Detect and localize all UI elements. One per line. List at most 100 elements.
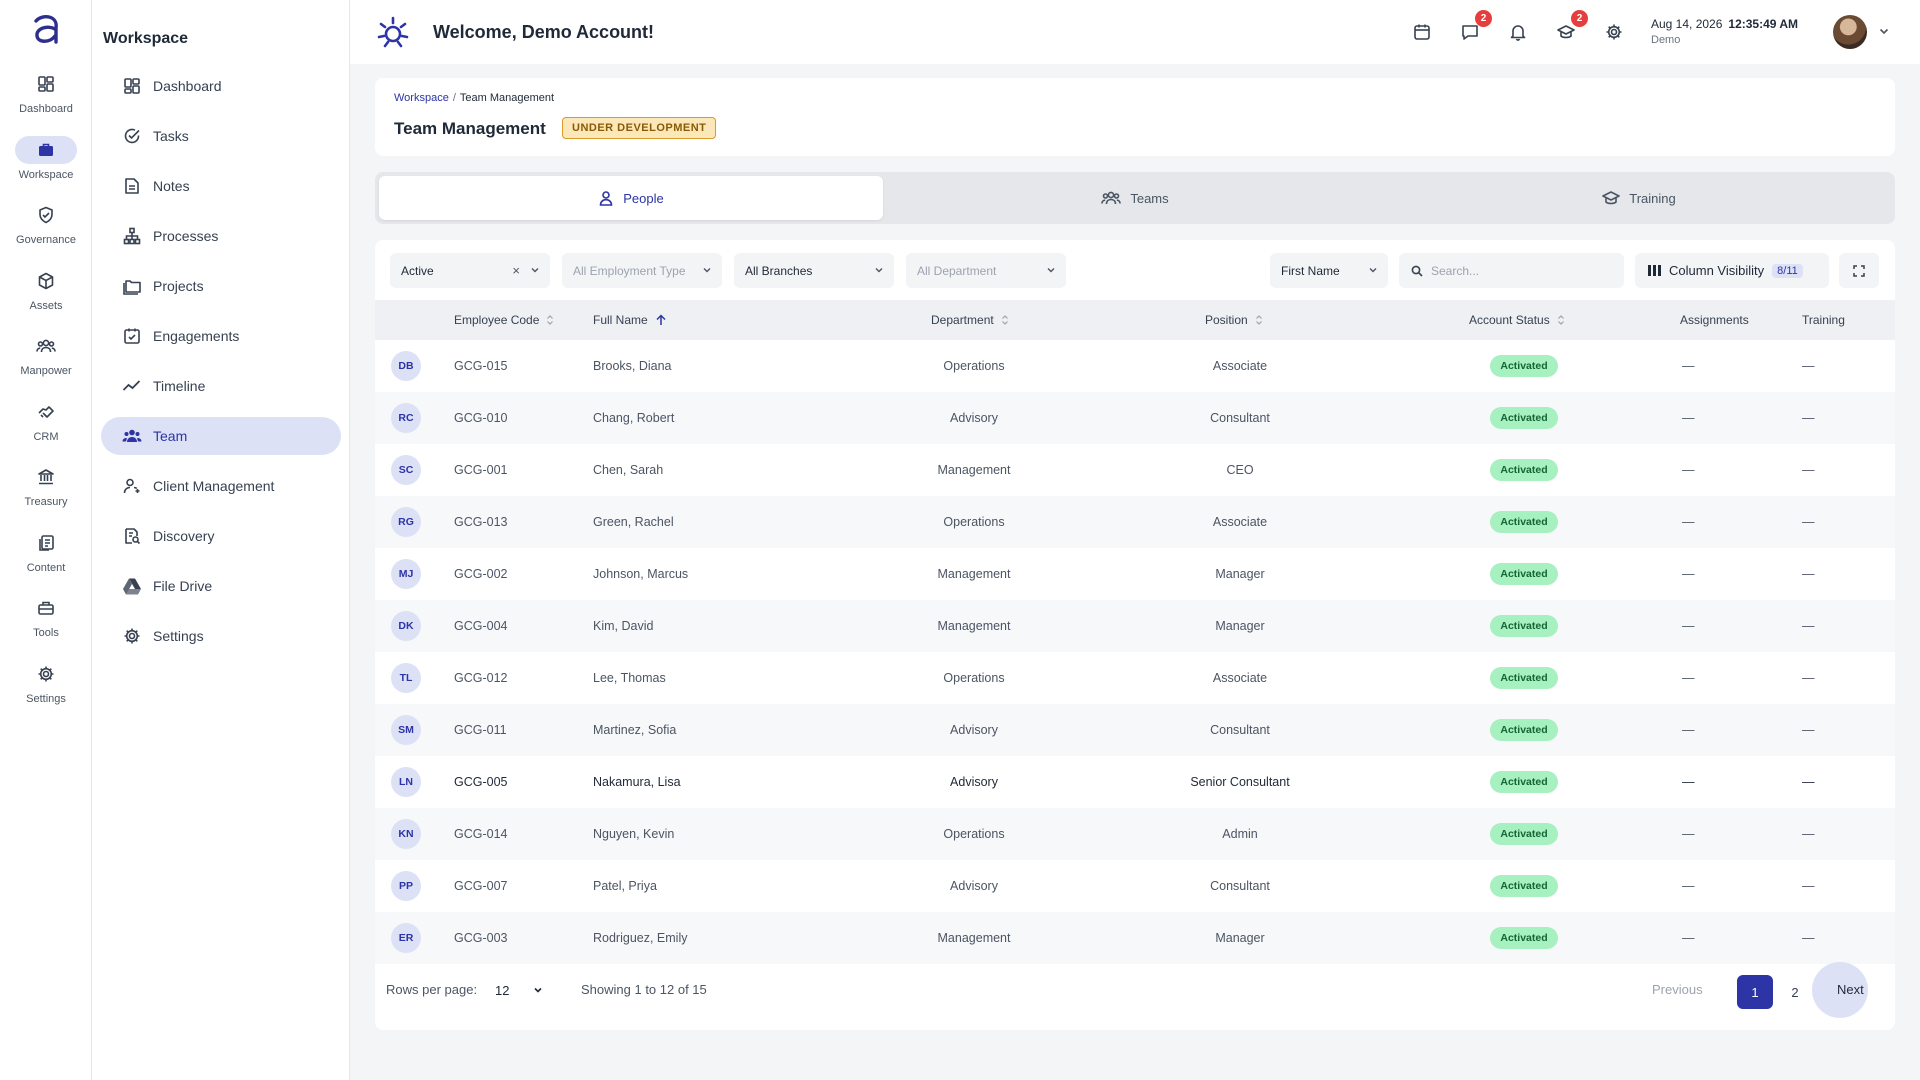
brand-logo-icon[interactable] xyxy=(376,15,410,49)
tab-label: People xyxy=(623,190,664,206)
table-row[interactable]: ER GCG-003 Rodriguez, Emily Management Manag… xyxy=(375,912,1895,964)
rail-item-tools[interactable]: Tools xyxy=(0,584,92,650)
rows-per-page-select[interactable]: 12 xyxy=(487,975,547,1005)
sidebar-item-tasks[interactable]: Tasks xyxy=(101,117,341,155)
department-cell: Operations xyxy=(943,359,1005,373)
department-filter-select[interactable]: All Department xyxy=(906,253,1066,288)
dashboard-icon xyxy=(122,76,142,96)
tab-training[interactable]: Training xyxy=(1387,176,1891,220)
branches-filter-select[interactable]: All Branches xyxy=(734,253,894,288)
column-header-full-name[interactable]: Full Name xyxy=(593,300,667,340)
current-date: Aug 14, 2026 xyxy=(1651,17,1723,31)
column-visibility-button[interactable]: Column Visibility 8/11 xyxy=(1635,253,1829,288)
rail-item-dashboard[interactable]: Dashboard xyxy=(0,60,92,126)
sidebar-item-timeline[interactable]: Timeline xyxy=(101,367,341,405)
status-filter-select[interactable]: Active × xyxy=(390,253,550,288)
tab-teams[interactable]: Teams xyxy=(883,176,1387,220)
training-button[interactable]: 2 xyxy=(1554,10,1588,44)
table-row[interactable]: TL GCG-012 Lee, Thomas Operations Associate A… xyxy=(375,652,1895,704)
previous-page-button[interactable]: Previous xyxy=(1652,982,1703,997)
breadcrumb-workspace-link[interactable]: Workspace xyxy=(394,92,449,104)
team-tabs: People Teams Training xyxy=(375,172,1895,224)
full-name-cell: Nakamura, Lisa xyxy=(593,775,681,789)
table-row[interactable]: KN GCG-014 Nguyen, Kevin Operations Admin Act… xyxy=(375,808,1895,860)
rail-item-manpower[interactable]: Manpower xyxy=(0,322,92,388)
chevron-down-icon[interactable] xyxy=(1878,25,1890,37)
user-avatar[interactable] xyxy=(1833,15,1867,49)
rail-item-settings[interactable]: Settings xyxy=(0,650,92,716)
page-1-button[interactable]: 1 xyxy=(1737,975,1773,1009)
sidebar-item-processes[interactable]: Processes xyxy=(101,217,341,255)
fullscreen-button[interactable] xyxy=(1839,253,1879,288)
position-cell: Admin xyxy=(1222,827,1258,841)
rail-item-assets[interactable]: Assets xyxy=(0,257,92,323)
gear-icon xyxy=(1606,24,1622,40)
notifications-button[interactable] xyxy=(1506,20,1530,44)
status-badge: Activated xyxy=(1490,459,1558,481)
table-row[interactable]: RC GCG-010 Chang, Robert Advisory Consultant… xyxy=(375,392,1895,444)
breadcrumb-current: Team Management xyxy=(459,92,555,104)
sidebar-item-team[interactable]: Team xyxy=(101,417,341,455)
table-row[interactable]: RG GCG-013 Green, Rachel Operations Associat… xyxy=(375,496,1895,548)
chevron-down-icon xyxy=(702,265,712,275)
sidebar-item-label: Projects xyxy=(153,278,204,294)
rail-item-crm[interactable]: CRM xyxy=(0,388,92,454)
employee-code-cell: GCG-004 xyxy=(454,619,508,633)
rail-item-treasury[interactable]: Treasury xyxy=(0,453,92,519)
status-badge: Activated xyxy=(1490,927,1558,949)
sidebar-item-discovery[interactable]: Discovery xyxy=(101,517,341,555)
table-row[interactable]: DK GCG-004 Kim, David Management Manager Acti… xyxy=(375,600,1895,652)
full-name-cell: Rodriguez, Emily xyxy=(593,931,688,945)
sidebar-item-projects[interactable]: Projects xyxy=(101,267,341,305)
employee-avatar: RG xyxy=(391,507,421,537)
messages-button[interactable]: 2 xyxy=(1458,10,1492,44)
rail-item-workspace[interactable]: Workspace xyxy=(0,126,92,192)
rail-item-governance[interactable]: Governance xyxy=(0,191,92,257)
department-cell: Management xyxy=(937,619,1011,633)
table-row[interactable]: SM GCG-011 Martinez, Sofia Advisory Consulta… xyxy=(375,704,1895,756)
table-row[interactable]: PP GCG-007 Patel, Priya Advisory Consultant A… xyxy=(375,860,1895,912)
assignments-cell: — xyxy=(1682,671,1695,685)
settings-button[interactable] xyxy=(1602,20,1626,44)
sidebar-item-client-management[interactable]: Client Management xyxy=(101,467,341,505)
drive-icon xyxy=(122,576,142,596)
employee-avatar: TL xyxy=(391,663,421,693)
department-cell: Management xyxy=(937,463,1011,477)
calendar-button[interactable] xyxy=(1410,20,1434,44)
sidebar-item-label: Notes xyxy=(153,178,190,194)
status-badge: Activated xyxy=(1490,719,1558,741)
training-cell: — xyxy=(1802,879,1815,893)
breadcrumb: Workspace / Team Management xyxy=(394,92,554,104)
app-logo-icon[interactable] xyxy=(28,12,64,48)
chat-icon xyxy=(1462,25,1478,40)
table-row[interactable]: DB GCG-015 Brooks, Diana Operations Associat… xyxy=(375,340,1895,392)
sidebar-item-engagements[interactable]: Engagements xyxy=(101,317,341,355)
column-header-account-status[interactable]: Account Status xyxy=(1469,300,1565,340)
page-2-button[interactable]: 2 xyxy=(1777,975,1813,1009)
next-page-button[interactable]: Next xyxy=(1837,982,1864,997)
sidebar-item-file-drive[interactable]: File Drive xyxy=(101,567,341,605)
sort-field-select[interactable]: First Name xyxy=(1270,253,1388,288)
employee-avatar: KN xyxy=(391,819,421,849)
column-header-label: Position xyxy=(1205,313,1248,327)
table-row[interactable]: LN GCG-005 Nakamura, Lisa Advisory Senior Co… xyxy=(375,756,1895,808)
sidebar-item-label: Tasks xyxy=(153,128,189,144)
cube-icon xyxy=(15,267,77,295)
assignments-cell: — xyxy=(1682,359,1695,373)
table-row[interactable]: MJ GCG-002 Johnson, Marcus Management Manage… xyxy=(375,548,1895,600)
tab-people[interactable]: People xyxy=(379,176,883,220)
rail-item-content[interactable]: Content xyxy=(0,519,92,585)
search-input[interactable] xyxy=(1431,263,1611,278)
clear-icon[interactable]: × xyxy=(512,263,520,278)
sidebar-item-settings[interactable]: Settings xyxy=(101,617,341,655)
column-header-department[interactable]: Department xyxy=(931,300,1009,340)
column-header-position[interactable]: Position xyxy=(1205,300,1263,340)
rail-nav: Dashboard Workspace Governance Assets Manpow… xyxy=(0,60,92,715)
column-header-label: Employee Code xyxy=(454,313,540,327)
sidebar-item-notes[interactable]: Notes xyxy=(101,167,341,205)
column-header-label: Assignments xyxy=(1680,313,1749,327)
table-row[interactable]: SC GCG-001 Chen, Sarah Management CEO Activat… xyxy=(375,444,1895,496)
sidebar-item-dashboard[interactable]: Dashboard xyxy=(101,67,341,105)
employment-type-filter-select[interactable]: All Employment Type xyxy=(562,253,722,288)
column-header-employee-code[interactable]: Employee Code xyxy=(454,300,554,340)
